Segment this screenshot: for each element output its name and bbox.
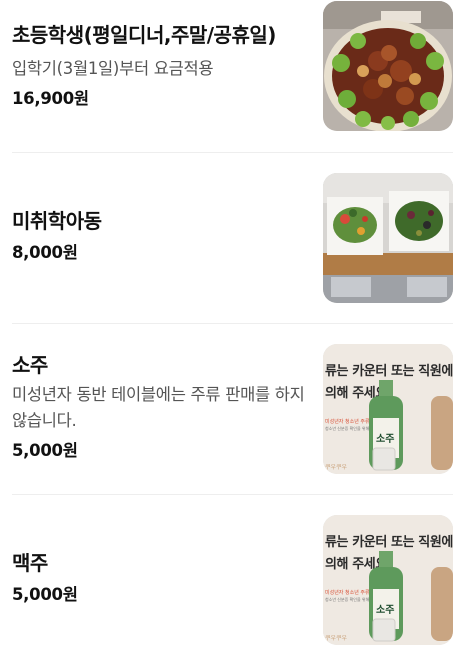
menu-item-info: 소주 미성년자 동반 테이블에는 주류 판매를 하지 않습니다. 5,000원 — [12, 352, 312, 462]
menu-item-soju[interactable]: 소주 미성년자 동반 테이블에는 주류 판매를 하지 않습니다. 5,000원 … — [12, 324, 453, 494]
menu-item-price: 5,000원 — [12, 441, 78, 460]
menu-item-price: 8,000원 — [12, 243, 78, 262]
braised-chicken-image — [323, 1, 453, 131]
bottle-label: 소주 — [376, 605, 395, 616]
menu-item-image[interactable] — [323, 1, 453, 131]
menu-item-info: 미취학아동 8,000원 — [12, 208, 312, 264]
menu-item-preschool[interactable]: 미취학아동 8,000원 — [12, 153, 453, 323]
menu-item-name: 초등학생(평일디너,주말/공휴일) — [12, 23, 276, 47]
menu-item-image[interactable] — [323, 173, 453, 303]
bottle-glass-icon — [369, 380, 453, 471]
poster-brand: 쿠우쿠우 — [325, 464, 348, 471]
menu-item-price: 16,900원 — [12, 89, 89, 108]
menu-item-image[interactable]: 류는 카운터 또는 직원에 의해 주세요 미성년자 청소년 주류판매금지 청소년… — [323, 344, 453, 474]
menu-item-name: 미취학아동 — [12, 209, 102, 233]
menu-item-name: 소주 — [12, 353, 48, 377]
buffet-salad-image — [323, 173, 453, 303]
menu-item-elementary[interactable]: 초등학생(평일디너,주말/공휴일) 입학기(3월1일)부터 요금적용 16,90… — [12, 0, 453, 152]
soju-poster-image: 류는 카운터 또는 직원에 의해 주세요 미성년자 청소년 주류판매금지 청소년… — [323, 515, 453, 645]
menu-item-name: 맥주 — [12, 551, 48, 575]
bottle-glass-icon — [369, 551, 453, 642]
menu-item-info: 맥주 5,000원 — [12, 550, 312, 606]
menu-item-info: 초등학생(평일디너,주말/공휴일) 입학기(3월1일)부터 요금적용 16,90… — [12, 22, 312, 110]
menu-item-desc: 미성년자 동반 테이블에는 주류 판매를 하지 않습니다. — [12, 385, 305, 430]
bottle-label: 소주 — [376, 434, 395, 445]
menu-list: 초등학생(평일디너,주말/공휴일) 입학기(3월1일)부터 요금적용 16,90… — [0, 0, 466, 661]
menu-item-price: 5,000원 — [12, 585, 78, 604]
menu-item-image[interactable]: 류는 카운터 또는 직원에 의해 주세요 미성년자 청소년 주류판매금지 청소년… — [323, 515, 453, 645]
menu-item-desc: 입학기(3월1일)부터 요금적용 — [12, 59, 214, 78]
soju-poster-image: 류는 카운터 또는 직원에 의해 주세요 미성년자 청소년 주류판매금지 청소년… — [323, 344, 453, 474]
poster-brand: 쿠우쿠우 — [325, 635, 348, 642]
menu-item-beer[interactable]: 맥주 5,000원 류는 카운터 또는 직원에 의해 주세요 미성년자 청소년 … — [12, 495, 453, 661]
